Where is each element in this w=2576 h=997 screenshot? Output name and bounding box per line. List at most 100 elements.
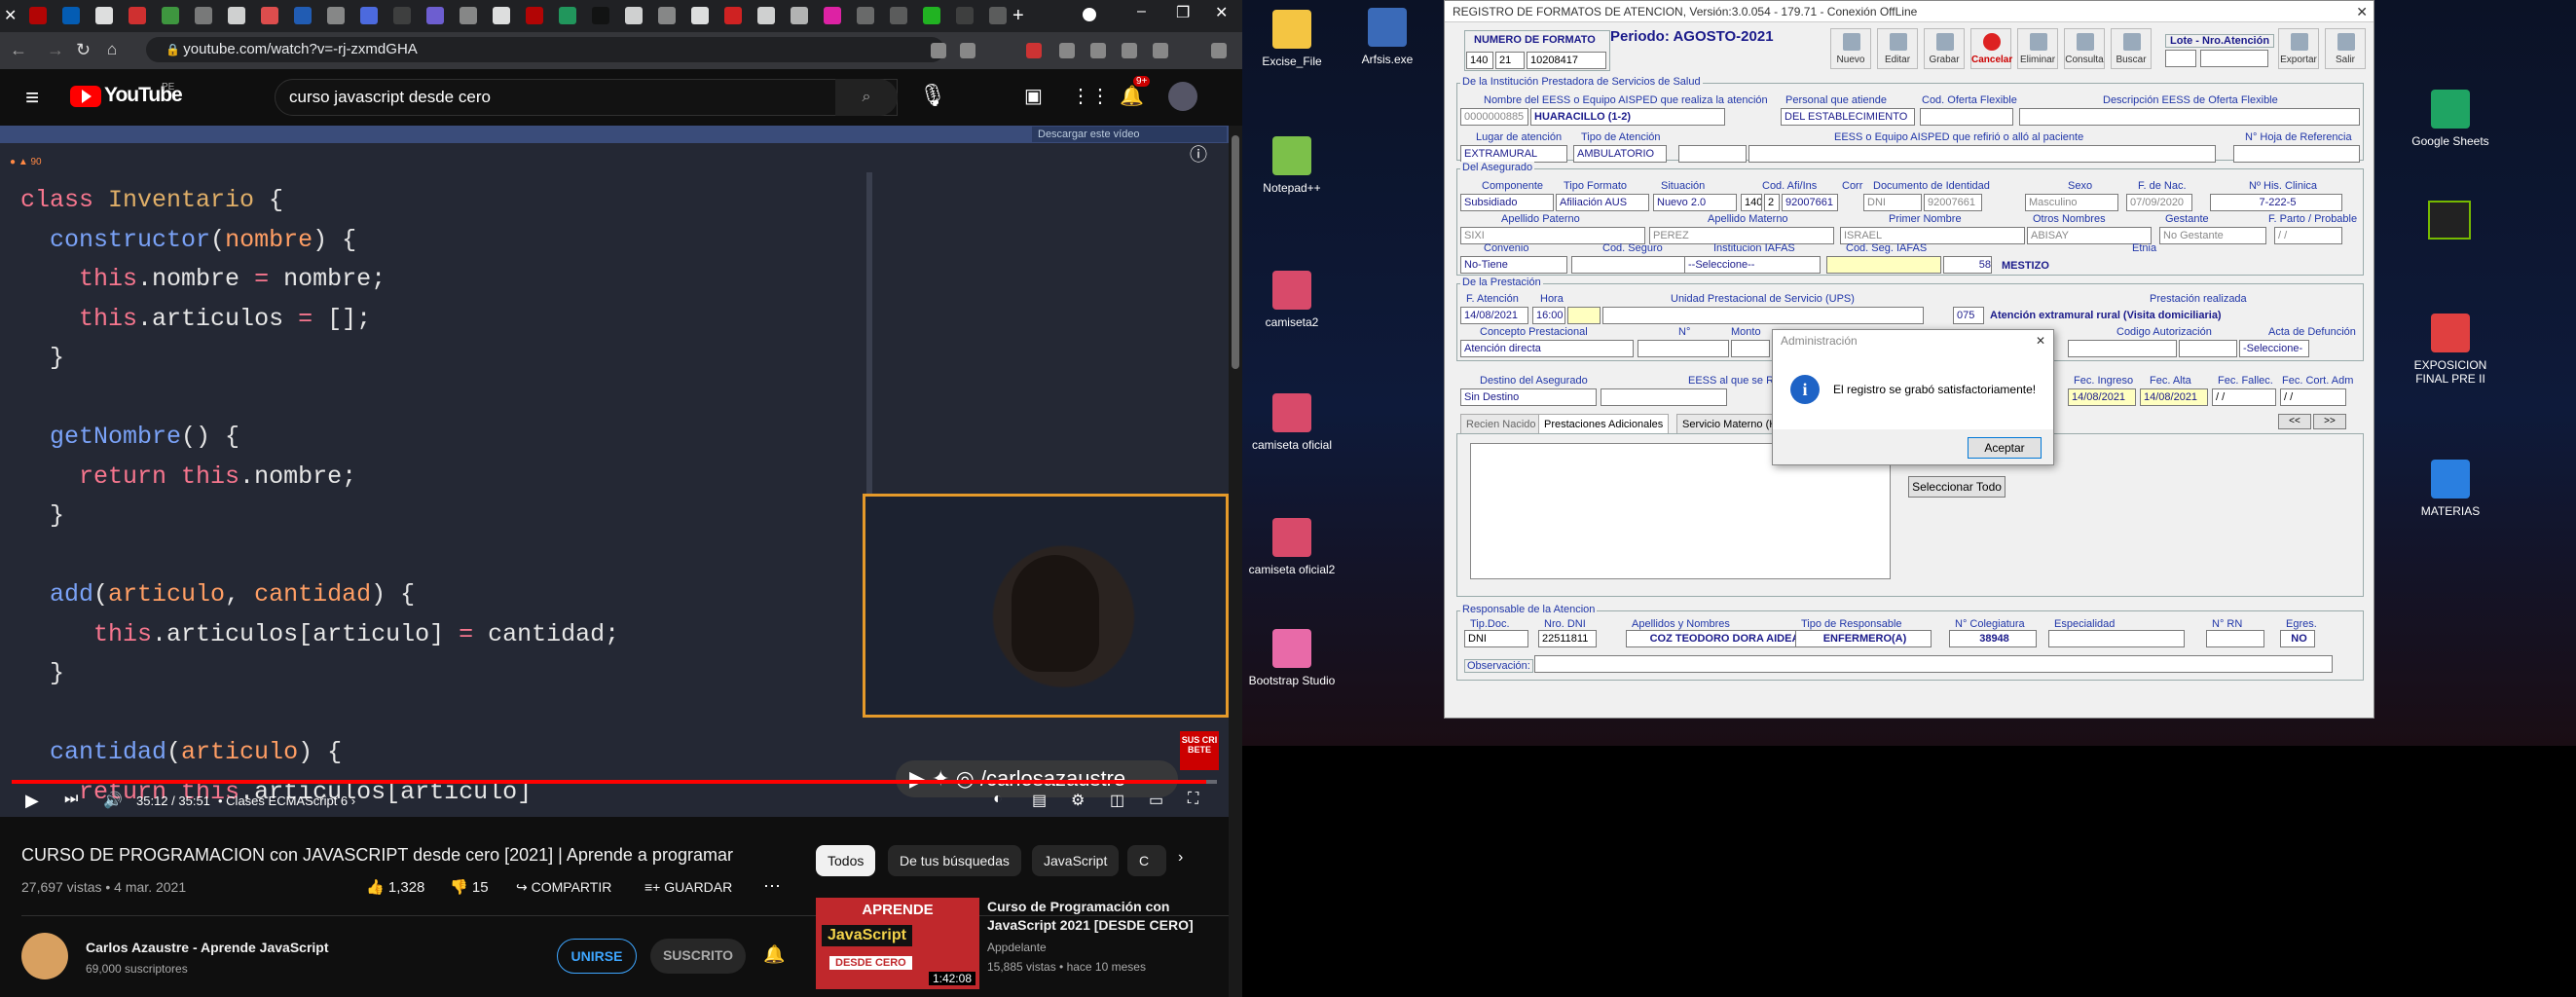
info-icon[interactable]: ⓘ xyxy=(1190,141,1207,166)
fec-ingreso-field[interactable]: 14/08/2021 xyxy=(2068,388,2136,406)
tab-favicon[interactable] xyxy=(526,7,543,24)
dialog-close-icon[interactable]: ✕ xyxy=(2036,330,2045,351)
nvidia-icon[interactable] xyxy=(2428,201,2471,240)
tab-favicon[interactable] xyxy=(757,7,775,24)
tab-search-icon[interactable] xyxy=(1083,8,1096,21)
forward-icon[interactable]: → xyxy=(47,40,64,60)
filter-chip[interactable]: C xyxy=(1127,845,1166,876)
search-input[interactable]: curso javascript desde cero xyxy=(275,79,898,116)
nav-next-button[interactable]: >> xyxy=(2313,414,2346,429)
personal-select[interactable]: DEL ESTABLECIMIENTO xyxy=(1781,108,1915,126)
doc-number-field[interactable]: 92007661 xyxy=(1924,194,1982,211)
form-tab[interactable]: Recien Nacido xyxy=(1460,414,1542,433)
tab-favicon[interactable] xyxy=(559,7,576,24)
responsable-field[interactable]: 22511811 xyxy=(1538,630,1597,647)
search-button[interactable]: ⌕ xyxy=(835,79,898,116)
toolbar-button[interactable]: Grabar xyxy=(1924,28,1965,69)
tab-favicon[interactable] xyxy=(261,7,278,24)
form-tab[interactable]: Prestaciones Adicionales xyxy=(1538,414,1670,433)
video-player[interactable]: Descargar este vídeo ⓘ ● ▲ 90 class Inve… xyxy=(0,126,1229,817)
tab-favicon[interactable] xyxy=(29,7,47,24)
prestacion-code-field[interactable]: 075 xyxy=(1953,307,1984,324)
tab-favicon[interactable] xyxy=(592,7,609,24)
codigo-autorizacion-2[interactable] xyxy=(2179,340,2237,357)
window-close-icon[interactable]: ✕ xyxy=(1215,3,1228,22)
window-close-icon[interactable]: ✕ xyxy=(2356,1,2368,22)
download-overlay-button[interactable]: Descargar este vídeo xyxy=(1032,127,1227,142)
tab-favicon[interactable] xyxy=(493,7,510,24)
filter-chip[interactable]: JavaScript xyxy=(1032,845,1120,876)
institucion-select[interactable]: --Seleccione-- xyxy=(1684,256,1821,274)
notifications-icon[interactable]: 🔔 xyxy=(1120,84,1144,108)
tab-favicon[interactable] xyxy=(62,7,80,24)
recommended-thumbnail[interactable]: APRENDE JavaScript DESDE CERO 1:42:08 xyxy=(816,898,979,989)
tab-favicon[interactable] xyxy=(162,7,179,24)
responsable-field[interactable] xyxy=(2048,630,2185,647)
refirio-name-field[interactable] xyxy=(1748,145,2216,163)
tipo-atencion-select[interactable]: AMBULATORIO xyxy=(1573,145,1667,163)
toolbar-button[interactable]: Exportar xyxy=(2278,28,2319,69)
responsable-field[interactable]: DNI xyxy=(1464,630,1528,647)
situacion-select[interactable]: Nuevo 2.0 xyxy=(1653,194,1737,211)
profile-icon[interactable] xyxy=(1153,43,1168,58)
cod-seguro-field[interactable] xyxy=(1571,256,1688,274)
toolbar-button[interactable]: Salir xyxy=(2325,28,2366,69)
exposicion-final-icon[interactable]: EXPOSICION FINAL PRE II xyxy=(2397,314,2504,386)
hoja-field[interactable] xyxy=(2233,145,2360,163)
toolbar-button[interactable]: Cancelar xyxy=(1970,28,2012,69)
adblock-icon[interactable] xyxy=(1026,43,1042,58)
acta-select[interactable]: -Seleccione- xyxy=(2239,340,2309,357)
camiseta2-icon[interactable]: camiseta2 xyxy=(1238,271,1345,329)
hora-extra-field[interactable] xyxy=(1567,307,1601,324)
camiseta-oficial-icon[interactable]: camiseta oficial xyxy=(1238,393,1345,452)
nav-prev-button[interactable]: << xyxy=(2278,414,2311,429)
tab-favicon[interactable] xyxy=(228,7,245,24)
doc-type-select[interactable]: DNI xyxy=(1863,194,1922,211)
user-avatar[interactable] xyxy=(1168,82,1197,111)
toolbar-button[interactable]: Nuevo xyxy=(1830,28,1871,69)
select-all-button[interactable]: Seleccionar Todo xyxy=(1908,476,2006,498)
recommended-title[interactable]: Curso de Programación con JavaScript 202… xyxy=(987,898,1221,935)
cod-afi-2[interactable]: 2 xyxy=(1764,194,1780,211)
tab-favicon[interactable] xyxy=(956,7,974,24)
tab-favicon[interactable] xyxy=(890,7,907,24)
desc-oferta-field[interactable] xyxy=(2019,108,2360,126)
apps-icon[interactable]: ⋮⋮ xyxy=(1071,84,1110,108)
youtube-logo-icon[interactable] xyxy=(70,86,101,107)
etnia-code-field[interactable]: 58 xyxy=(1943,256,1992,274)
channel-avatar[interactable] xyxy=(21,933,68,979)
hc-field[interactable]: 7-222-5 xyxy=(2210,194,2342,211)
theater-icon[interactable]: ▭ xyxy=(1149,791,1163,810)
responsable-field[interactable]: 38948 xyxy=(1949,630,2037,647)
concepto-select[interactable]: Atención directa xyxy=(1460,340,1634,357)
fec-alta-field[interactable]: 14/08/2021 xyxy=(2140,388,2208,406)
ok-button[interactable]: Aceptar xyxy=(1968,437,2042,459)
cod-afi-1[interactable]: 140 xyxy=(1741,194,1762,211)
tab-favicon[interactable] xyxy=(791,7,808,24)
recommended-channel[interactable]: Appdelante xyxy=(987,941,1047,954)
share-icon[interactable] xyxy=(931,43,946,58)
menu-icon[interactable]: ≡ xyxy=(25,85,39,112)
formato-number-3[interactable]: 10208417 xyxy=(1527,52,1606,69)
tab-favicon[interactable] xyxy=(691,7,709,24)
minimize-icon[interactable]: – xyxy=(1137,3,1146,20)
volume-icon[interactable]: 🔊 xyxy=(103,791,123,810)
responsable-field[interactable]: COZ TEODORO DORA AIDEA xyxy=(1626,630,1821,647)
tab-favicon[interactable] xyxy=(460,7,477,24)
responsable-field[interactable] xyxy=(2206,630,2264,647)
sexo-select[interactable]: Masculino xyxy=(2025,194,2118,211)
arfsis-exe-icon[interactable]: Arfsis.exe xyxy=(1334,8,1441,66)
hora-field[interactable]: 16:00 xyxy=(1532,307,1565,324)
fec-fallec-field[interactable]: / / xyxy=(2212,388,2276,406)
camiseta-oficial2-icon[interactable]: camiseta oficial2 xyxy=(1238,518,1345,576)
tipo-formato-select[interactable]: Afiliación AUS xyxy=(1556,194,1649,211)
fparto-field[interactable]: / / xyxy=(2274,227,2342,244)
create-video-icon[interactable]: ▣ xyxy=(1024,84,1043,108)
notepad-plus-plus-icon[interactable]: Notepad++ xyxy=(1238,136,1345,195)
extension-icon[interactable] xyxy=(1059,43,1075,58)
microphone-icon[interactable]: 🎙 xyxy=(919,83,946,108)
new-tab-button[interactable]: + xyxy=(1012,5,1024,27)
reload-icon[interactable]: ↻ xyxy=(76,40,91,60)
autoplay-toggle[interactable]: ◐ xyxy=(993,791,1003,808)
tab-favicon[interactable] xyxy=(95,7,113,24)
